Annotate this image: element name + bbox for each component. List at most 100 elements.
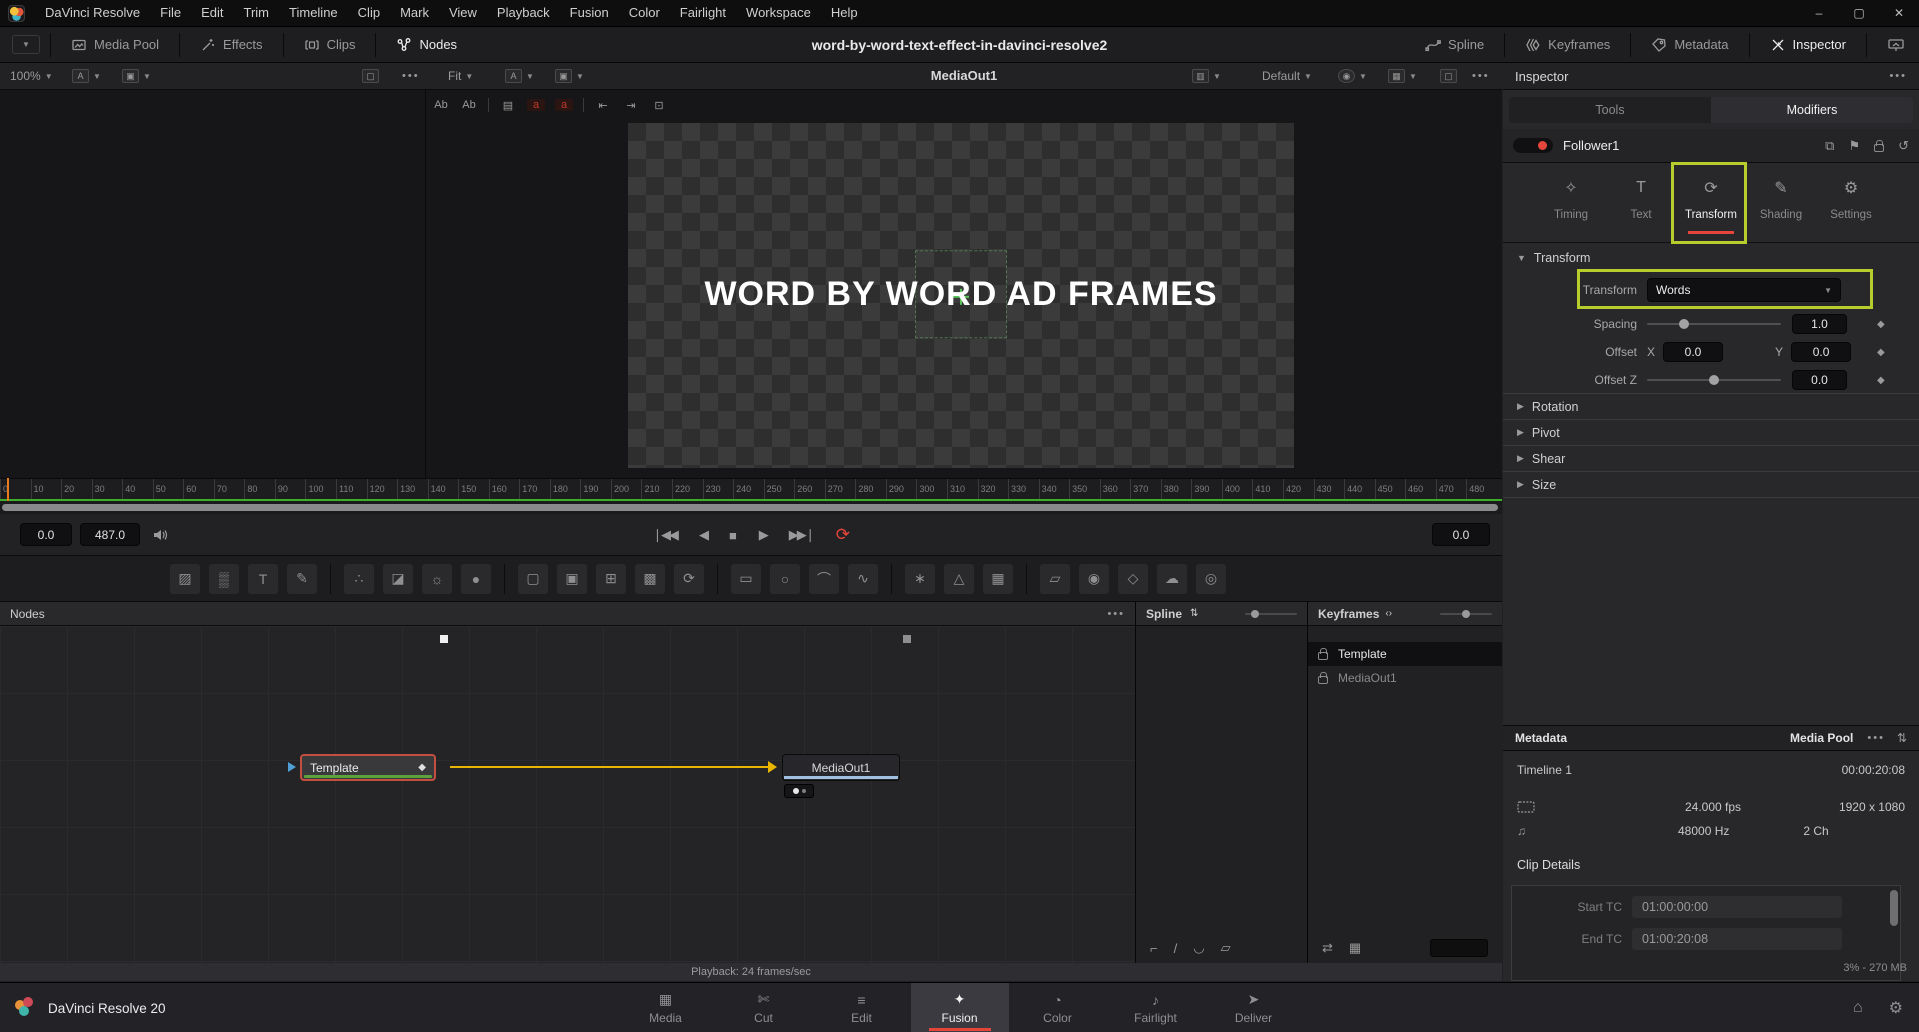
metadata-source[interactable]: Media Pool — [1790, 731, 1853, 745]
go-to-end-button[interactable]: ▶▶❘ — [789, 527, 816, 543]
reset-icon[interactable]: ↺ — [1898, 138, 1909, 154]
node-template[interactable]: Template ◆ — [300, 754, 436, 781]
fast-noise-tool[interactable]: ▒ — [209, 563, 239, 594]
stop-button[interactable]: ■ — [729, 528, 737, 543]
subtab-text[interactable]: T Text — [1615, 175, 1667, 242]
tab-tools[interactable]: Tools — [1509, 97, 1711, 123]
spread-keyframes-icon[interactable]: ⇄ — [1322, 940, 1333, 956]
corner-pin-tool[interactable]: ▱ — [1040, 563, 1070, 594]
start-tc-field[interactable]: 01:00:00:00 — [1632, 896, 1842, 918]
playhead[interactable] — [7, 478, 9, 501]
offset-z-slider[interactable] — [1647, 375, 1781, 385]
underline-b[interactable]: Ab — [460, 99, 478, 111]
text-plus-tool[interactable]: T — [248, 563, 278, 594]
transform-tool[interactable]: ⟳ — [674, 563, 704, 594]
metadata-sort-icon[interactable]: ⇅ — [1897, 731, 1907, 745]
matte-control-tool[interactable]: ▩ — [635, 563, 665, 594]
tab-modifiers[interactable]: Modifiers — [1711, 97, 1913, 123]
indent-right-icon[interactable]: ⇥ — [622, 99, 640, 112]
subtab-timing[interactable]: ✧ Timing — [1545, 175, 1597, 242]
template-input-arrow-icon[interactable] — [288, 762, 296, 772]
page-tab-fairlight[interactable]: ♪ Fairlight — [1107, 983, 1205, 1032]
menu-timeline[interactable]: Timeline — [279, 0, 348, 26]
rectangle-mask-tool[interactable]: ▭ — [731, 563, 761, 594]
menu-workspace[interactable]: Workspace — [736, 0, 821, 26]
linear-curve-icon[interactable]: / — [1174, 941, 1178, 956]
spline-button[interactable]: Spline — [1415, 27, 1494, 63]
inspector-options-button[interactable]: ••• — [1889, 70, 1907, 82]
section-pivot[interactable]: ▶ Pivot — [1503, 419, 1919, 445]
loop-button[interactable]: ⟳ — [836, 525, 850, 545]
color-controls-dropdown[interactable]: ◉ ▼ — [1338, 63, 1367, 89]
node-mediaout1[interactable]: MediaOut1 — [782, 754, 900, 781]
timeline-scrollbar[interactable] — [2, 504, 1498, 511]
buffer2-dropdown[interactable]: ▣ ▼ — [555, 63, 584, 89]
loader-tool[interactable]: ▢ — [518, 563, 548, 594]
subtab-shading[interactable]: ✎ Shading — [1755, 175, 1807, 242]
menu-clip[interactable]: Clip — [348, 0, 390, 26]
keyframe-time-input[interactable] — [1430, 939, 1488, 957]
close-button[interactable]: ✕ — [1879, 0, 1919, 26]
keyframe-row-mediaout1[interactable]: MediaOut1 — [1308, 666, 1502, 690]
tab-stop-icon[interactable]: ⊡ — [650, 99, 668, 112]
camera-3d-tool[interactable]: ◎ — [1196, 563, 1226, 594]
clip-details-scrollbar[interactable] — [1890, 890, 1898, 926]
pin-icon[interactable]: ⚑ — [1848, 138, 1860, 154]
transform-section-header[interactable]: ▼ Transform — [1503, 245, 1919, 271]
viewer-canvas[interactable]: WORD BY WORD AD FRAMES — [628, 123, 1294, 468]
play-reverse-button[interactable]: ◀ — [699, 527, 709, 543]
clips-button[interactable]: Clips — [294, 27, 366, 63]
offset-z-value[interactable]: 0.0 — [1792, 370, 1847, 390]
maximize-button[interactable]: ▢ — [1839, 0, 1879, 26]
baseline-b-icon[interactable]: a — [555, 99, 573, 111]
offset-y-value[interactable]: 0.0 — [1791, 342, 1852, 362]
polygon-mask-tool[interactable]: ⌒ — [809, 563, 839, 594]
underline-a[interactable]: Ab — [432, 99, 450, 111]
page-tab-color[interactable]: ◔ Color — [1009, 983, 1107, 1032]
paint-tool[interactable]: ✎ — [287, 563, 317, 594]
transform-mode-dropdown[interactable]: Words ▼ — [1647, 278, 1841, 302]
menu-edit[interactable]: Edit — [191, 0, 233, 26]
saver-tool[interactable]: ▣ — [557, 563, 587, 594]
current-frame-field[interactable]: 0.0 — [1432, 523, 1490, 546]
inspector-button[interactable]: Inspector — [1760, 27, 1856, 63]
keyframes-button[interactable]: Keyframes — [1515, 27, 1620, 63]
end-tc-field[interactable]: 01:00:20:08 — [1632, 928, 1842, 950]
slider-thumb[interactable] — [1251, 609, 1259, 618]
follower-enable-toggle[interactable] — [1513, 138, 1553, 153]
page-tab-cut[interactable]: ✄ Cut — [715, 983, 813, 1032]
channel-a-dropdown[interactable]: A ▼ — [72, 63, 101, 89]
menu-help[interactable]: Help — [821, 0, 868, 26]
zoom-dropdown[interactable]: 100% ▼ — [10, 63, 53, 89]
keyframe-diamond-icon[interactable]: ◆ — [1877, 347, 1885, 358]
slider-thumb[interactable] — [1679, 319, 1689, 329]
blur-tool[interactable]: ● — [461, 563, 491, 594]
gear-icon[interactable]: ⚙ — [1889, 998, 1903, 1018]
node-connection-wire[interactable] — [450, 766, 770, 768]
indent-left-icon[interactable]: ⇤ — [594, 99, 612, 112]
home-icon[interactable]: ⌂ — [1853, 999, 1863, 1017]
spacing-value[interactable]: 1.0 — [1792, 314, 1847, 334]
section-size[interactable]: ▶ Size — [1503, 471, 1919, 497]
keyframes-nav-icon[interactable]: ‹› — [1385, 608, 1392, 619]
page-tab-media[interactable]: ▦ Media — [617, 983, 715, 1032]
menu-fairlight[interactable]: Fairlight — [670, 0, 736, 26]
particles-tool[interactable]: ∴ — [344, 563, 374, 594]
mediaout-output-connector[interactable] — [903, 635, 911, 643]
smooth-curve-icon[interactable]: ◡ — [1193, 940, 1204, 956]
roi2-button[interactable]: ▢ — [1440, 63, 1457, 89]
menu-color[interactable]: Color — [619, 0, 670, 26]
color-curves-tool[interactable]: ◪ — [383, 563, 413, 594]
roi-button[interactable]: ▢ — [362, 63, 379, 89]
lut-dropdown[interactable]: Default ▼ — [1262, 63, 1312, 89]
snap-grid-icon[interactable]: ▦ — [1349, 940, 1361, 956]
menu-file[interactable]: File — [150, 0, 191, 26]
keyframe-diamond-icon[interactable]: ◆ — [1877, 319, 1885, 330]
bspline-mask-tool[interactable]: ∿ — [848, 563, 878, 594]
slider-thumb[interactable] — [1709, 375, 1719, 385]
slider-thumb[interactable] — [1462, 609, 1470, 618]
shape-box-icon[interactable]: ▱ — [1221, 940, 1231, 956]
baseline-a-icon[interactable]: a — [527, 99, 545, 111]
media-pool-button[interactable]: Media Pool — [61, 27, 169, 63]
play-button[interactable]: ▶ — [759, 527, 769, 543]
